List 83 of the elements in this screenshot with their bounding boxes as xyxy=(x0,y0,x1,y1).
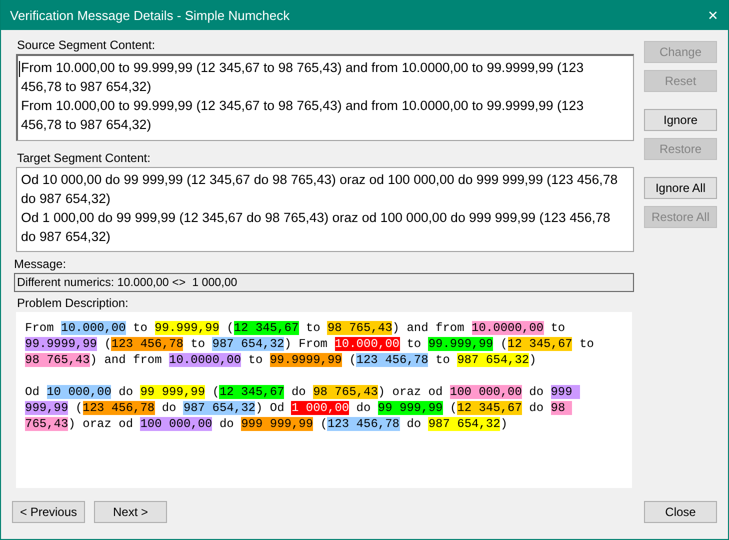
nav-button[interactable]: Close xyxy=(644,501,717,523)
highlighted-number: 987 654,32 xyxy=(183,401,256,415)
description-text: do xyxy=(528,385,545,399)
close-button[interactable]: ✕ xyxy=(698,8,728,22)
description-text: to xyxy=(406,337,422,351)
description-text: ) and from xyxy=(90,353,163,367)
description-text: do xyxy=(355,401,372,415)
description-text: ) oraz od xyxy=(68,417,134,431)
highlighted-number: 99 999,99 xyxy=(140,385,206,399)
nav-button[interactable]: Next > xyxy=(94,501,167,523)
description-text: ( xyxy=(319,417,328,431)
section-label: Problem Description: xyxy=(16,296,130,310)
description-text: ) oraz od xyxy=(378,385,444,399)
description-text: ( xyxy=(348,353,356,367)
description-text: to xyxy=(550,321,566,335)
description-text: ( xyxy=(74,401,83,415)
description-text: do xyxy=(406,417,422,431)
highlighted-number: 123 456,78 xyxy=(356,353,428,367)
highlighted-number: 100 000,00 xyxy=(450,385,522,399)
description-text: ( xyxy=(103,337,112,351)
highlighted-number: 12 345,67 xyxy=(219,385,284,399)
highlighted-number: 98 765,43 xyxy=(25,353,90,367)
source-text: From 10.000,00 to 99.999,99 (12 345,67 to 98 765,43) and from 10.0000,00 to 99.9999,99 (123 456,78 to 987 654,32) xyxy=(21,97,585,134)
text-cursor xyxy=(19,61,20,77)
description-text: to xyxy=(304,321,322,335)
description-text: do xyxy=(160,401,178,415)
highlighted-number: 10.000,00 xyxy=(334,337,400,351)
window-title: Verification Message Details - Simple Numcheck xyxy=(10,8,290,22)
highlighted-number: 98 765,43 xyxy=(327,321,392,335)
nav-button[interactable]: < Previous xyxy=(12,501,85,523)
highlighted-number: 123 456,78 xyxy=(82,401,155,415)
highlighted-number: 123 456,78 xyxy=(327,417,400,431)
description-text: to xyxy=(578,337,595,351)
description-text: ) xyxy=(500,417,508,431)
highlighted-number: 10.0000,00 xyxy=(169,353,242,367)
description-text: ) Od xyxy=(255,401,286,415)
target-text-area[interactable] xyxy=(16,167,634,252)
highlighted-number: 99.999,99 xyxy=(154,321,220,335)
section-label: Source Segment Content: xyxy=(16,38,156,52)
highlighted-number: 99.999,99 xyxy=(428,337,494,351)
highlighted-number: 99.9999,99 xyxy=(25,337,98,351)
description-text: ( xyxy=(448,401,458,415)
highlighted-number: 12 345,67 xyxy=(234,321,299,335)
highlighted-number: 100 000,00 xyxy=(140,417,212,431)
description-text: do xyxy=(218,417,235,431)
highlighted-number: 987 654,32 xyxy=(212,337,284,351)
action-button[interactable]: Ignore xyxy=(644,109,717,131)
highlighted-number: 98 765,43 xyxy=(313,385,378,399)
target-text: Od 10 000,00 do 99 999,99 (12 345,67 do 98 765,43) oraz od 100 000,00 do 999 999,99 (123 456,78 do 987 654,32) xyxy=(21,171,619,208)
highlighted-number: 999 999,99 xyxy=(241,417,314,431)
highlighted-number: 987 654,32 xyxy=(457,353,530,367)
action-button[interactable]: Ignore All xyxy=(644,177,717,199)
highlighted-number: 10 000,00 xyxy=(46,385,112,399)
description-text: ( xyxy=(499,337,508,351)
section-label: Target Segment Content: xyxy=(16,151,152,165)
description-text: to xyxy=(190,337,206,351)
description-text: Od xyxy=(25,385,40,399)
description-text: ) and from xyxy=(392,321,466,335)
highlighted-number: 12 345,67 xyxy=(508,337,572,351)
description-text: ) xyxy=(529,353,536,367)
highlighted-number: 10.000,00 xyxy=(61,321,126,335)
description-text: ( xyxy=(226,321,234,335)
highlighted-number: 99 999,99 xyxy=(378,401,443,415)
description-text: ( xyxy=(211,385,220,399)
description-text: From xyxy=(25,321,55,335)
source-text: From 10.000,00 to 99.999,99 (12 345,67 to 98 765,43) and from 10.0000,00 to 99.9999,99 (123 456,78 to 987 654,32) xyxy=(21,59,585,96)
highlighted-number: 1 000,00 xyxy=(291,401,350,415)
target-text: Od 1 000,00 do 99 999,99 (12 345,67 do 98 765,43) oraz od 100 000,00 do 999 999,99 (123 456,78 do 987 654,32) xyxy=(21,209,612,246)
message-field: Different numerics: 10.000,00 <> 1 000,00 xyxy=(14,273,634,292)
description-text: do xyxy=(528,401,545,415)
highlighted-number: 10.0000,00 xyxy=(472,321,544,335)
description-text: do xyxy=(118,385,134,399)
highlighted-number: 99.9999,99 xyxy=(270,353,342,367)
description-text: to xyxy=(434,353,451,367)
description-text: to xyxy=(132,321,148,335)
source-text-area[interactable] xyxy=(16,54,634,141)
section-label: Message: xyxy=(13,257,68,271)
highlighted-number: 12 345,67 xyxy=(457,401,522,415)
description-text: ) From xyxy=(284,337,328,351)
description-text: to xyxy=(247,353,264,367)
highlighted-number: 123 456,78 xyxy=(111,337,184,351)
highlighted-number: 987 654,32 xyxy=(428,417,500,431)
description-text: do xyxy=(290,385,307,399)
